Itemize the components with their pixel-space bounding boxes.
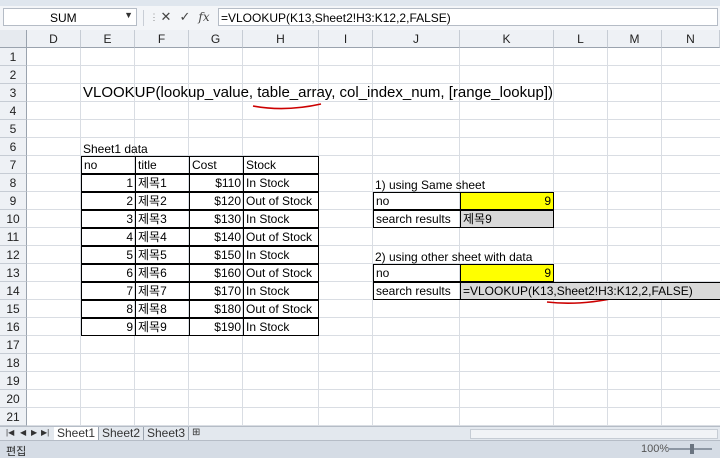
table-header[interactable]: no xyxy=(81,156,136,174)
table-cell[interactable]: $170 xyxy=(189,282,244,300)
last-sheet-icon[interactable]: ▶| xyxy=(41,428,49,437)
first-sheet-icon[interactable]: |◀ xyxy=(6,428,14,437)
table-cell[interactable]: 제목2 xyxy=(135,192,190,210)
table-cell[interactable]: Out of Stock xyxy=(243,228,319,246)
table-cell[interactable]: 5 xyxy=(81,246,136,264)
table-cell[interactable]: 제목9 xyxy=(135,318,190,336)
table-cell[interactable]: 제목1 xyxy=(135,174,190,192)
table-cell[interactable]: $140 xyxy=(189,228,244,246)
table-cell[interactable]: 4 xyxy=(81,228,136,246)
table-header[interactable]: Stock xyxy=(243,156,319,174)
tab-sheet2[interactable]: Sheet2 xyxy=(99,427,145,440)
table-cell[interactable]: 2 xyxy=(81,192,136,210)
lookup-label[interactable]: no xyxy=(373,264,461,282)
table-cell[interactable]: 제목3 xyxy=(135,210,190,228)
table-cell[interactable]: In Stock xyxy=(243,282,319,300)
table-cell[interactable]: In Stock xyxy=(243,318,319,336)
table-cell[interactable]: $110 xyxy=(189,174,244,192)
insert-sheet-icon[interactable]: ⊞ xyxy=(192,427,200,438)
table-cell[interactable]: 제목6 xyxy=(135,264,190,282)
table-cell[interactable]: Out of Stock xyxy=(243,264,319,282)
table-cell[interactable]: 제목8 xyxy=(135,300,190,318)
sheet-tab-bar: |◀ ◀ ▶ ▶| Sheet1 Sheet2 Sheet3 ⊞ xyxy=(0,426,720,441)
table-cell[interactable]: In Stock xyxy=(243,174,319,192)
table-cell[interactable]: In Stock xyxy=(243,246,319,264)
table-cell[interactable]: $130 xyxy=(189,210,244,228)
underline-annotation xyxy=(252,103,322,110)
lookup-input[interactable]: 9 xyxy=(460,264,554,282)
table-cell[interactable]: 3 xyxy=(81,210,136,228)
table-cell[interactable]: $160 xyxy=(189,264,244,282)
zoom-slider-handle[interactable] xyxy=(690,444,694,454)
table-cell[interactable]: 제목4 xyxy=(135,228,190,246)
tab-sheet3[interactable]: Sheet3 xyxy=(144,427,190,440)
section-caption: 1) using Same sheet xyxy=(375,178,486,192)
table-cell[interactable]: 9 xyxy=(81,318,136,336)
table-header[interactable]: title xyxy=(135,156,190,174)
table-caption: Sheet1 data xyxy=(83,142,148,156)
result-label[interactable]: search results xyxy=(373,210,461,228)
zoom-level[interactable]: 100% xyxy=(641,443,669,455)
table-cell[interactable]: 제목7 xyxy=(135,282,190,300)
status-bar: 편집 100% xyxy=(0,440,720,458)
tab-sheet1[interactable]: Sheet1 xyxy=(54,427,100,440)
table-cell[interactable]: 8 xyxy=(81,300,136,318)
table-cell[interactable]: Out of Stock xyxy=(243,300,319,318)
table-header[interactable]: Cost xyxy=(189,156,244,174)
table-cell[interactable]: $120 xyxy=(189,192,244,210)
horizontal-scrollbar[interactable] xyxy=(470,429,718,439)
next-sheet-icon[interactable]: ▶ xyxy=(31,428,37,437)
table-cell[interactable]: In Stock xyxy=(243,210,319,228)
table-cell[interactable]: 7 xyxy=(81,282,136,300)
result-label[interactable]: search results xyxy=(373,282,461,300)
table-cell[interactable]: 제목5 xyxy=(135,246,190,264)
active-cell-editing[interactable]: =VLOOKUP(K13,Sheet2!H3:K12,2,FALSE) xyxy=(460,282,720,300)
lookup-input[interactable]: 9 xyxy=(460,192,554,210)
table-cell[interactable]: Out of Stock xyxy=(243,192,319,210)
table-cell[interactable]: 1 xyxy=(81,174,136,192)
table-cell[interactable]: $190 xyxy=(189,318,244,336)
table-cell[interactable]: $180 xyxy=(189,300,244,318)
lookup-label[interactable]: no xyxy=(373,192,461,210)
section-caption: 2) using other sheet with data xyxy=(375,250,533,264)
result-value[interactable]: 제목9 xyxy=(460,210,554,228)
table-cell[interactable]: 6 xyxy=(81,264,136,282)
prev-sheet-icon[interactable]: ◀ xyxy=(20,428,26,437)
table-cell[interactable]: $150 xyxy=(189,246,244,264)
